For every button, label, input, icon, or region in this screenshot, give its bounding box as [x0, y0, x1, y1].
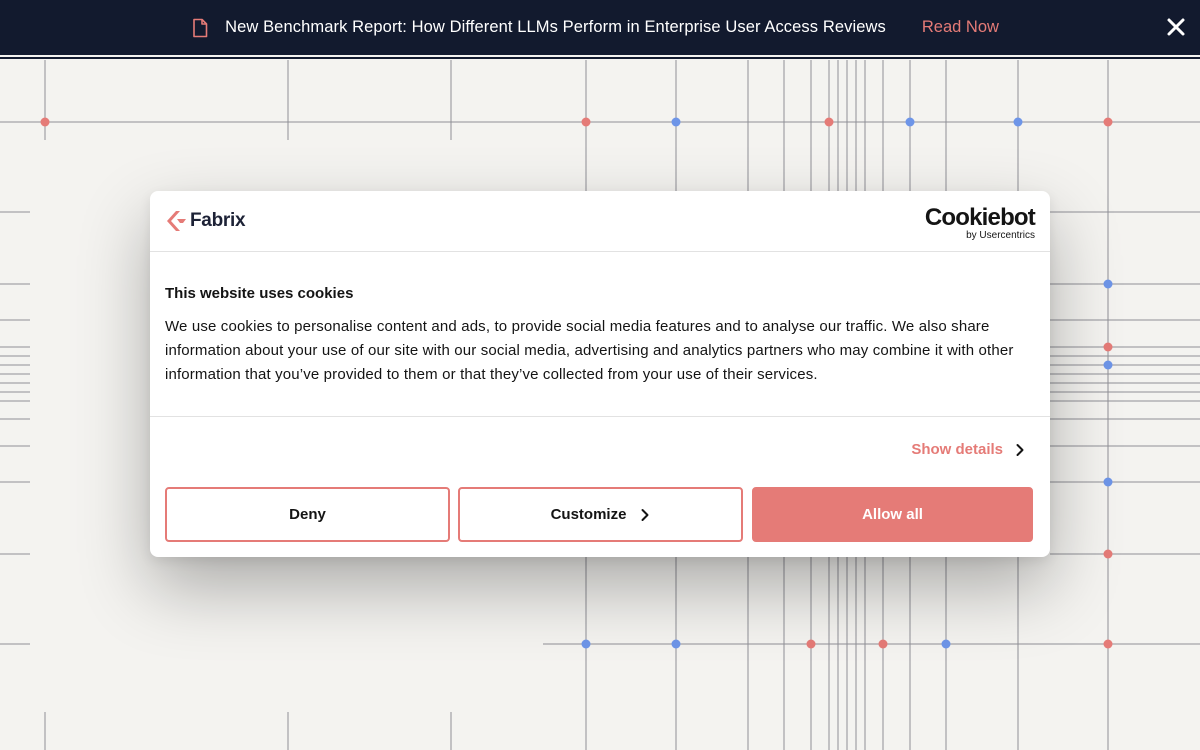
customize-button[interactable]: Customize: [458, 487, 743, 542]
deny-button[interactable]: Deny: [165, 487, 450, 542]
banner-text: New Benchmark Report: How Different LLMs…: [225, 18, 886, 36]
banner-divider: [0, 57, 1200, 59]
fabrix-logo-icon: [167, 211, 186, 231]
banner-content: New Benchmark Report: How Different LLMs…: [189, 17, 999, 39]
chevron-right-icon: [1015, 443, 1025, 457]
cookiebot-title: Cookiebot: [924, 204, 1036, 231]
fabrix-logo: Fabrix: [165, 210, 246, 232]
customize-label: Customize: [550, 506, 627, 523]
document-icon: [189, 17, 211, 39]
dialog-description: We use cookies to personalise content an…: [165, 318, 1014, 383]
cookiebot-subtitle: by Usercentrics: [966, 230, 1035, 241]
allow-all-button[interactable]: Allow all: [752, 487, 1033, 542]
close-icon[interactable]: [1164, 15, 1188, 39]
cookiebot-logo[interactable]: Cookiebot by Usercentrics: [924, 204, 1036, 241]
show-details-link[interactable]: Show details: [911, 441, 1025, 458]
chevron-right-icon: [640, 508, 650, 522]
brand-name: Fabrix: [190, 210, 246, 231]
announcement-banner: New Benchmark Report: How Different LLMs…: [0, 0, 1200, 55]
show-details-label: Show details: [911, 441, 1003, 458]
dialog-title: This website uses cookies: [165, 285, 354, 302]
read-now-link[interactable]: Read Now: [922, 18, 999, 37]
cookie-consent-dialog: Fabrix Cookiebot by Usercentrics This we…: [150, 191, 1050, 557]
dialog-body: This website uses cookies We use cookies…: [150, 252, 1050, 417]
dialog-header: Fabrix Cookiebot by Usercentrics: [150, 191, 1050, 252]
